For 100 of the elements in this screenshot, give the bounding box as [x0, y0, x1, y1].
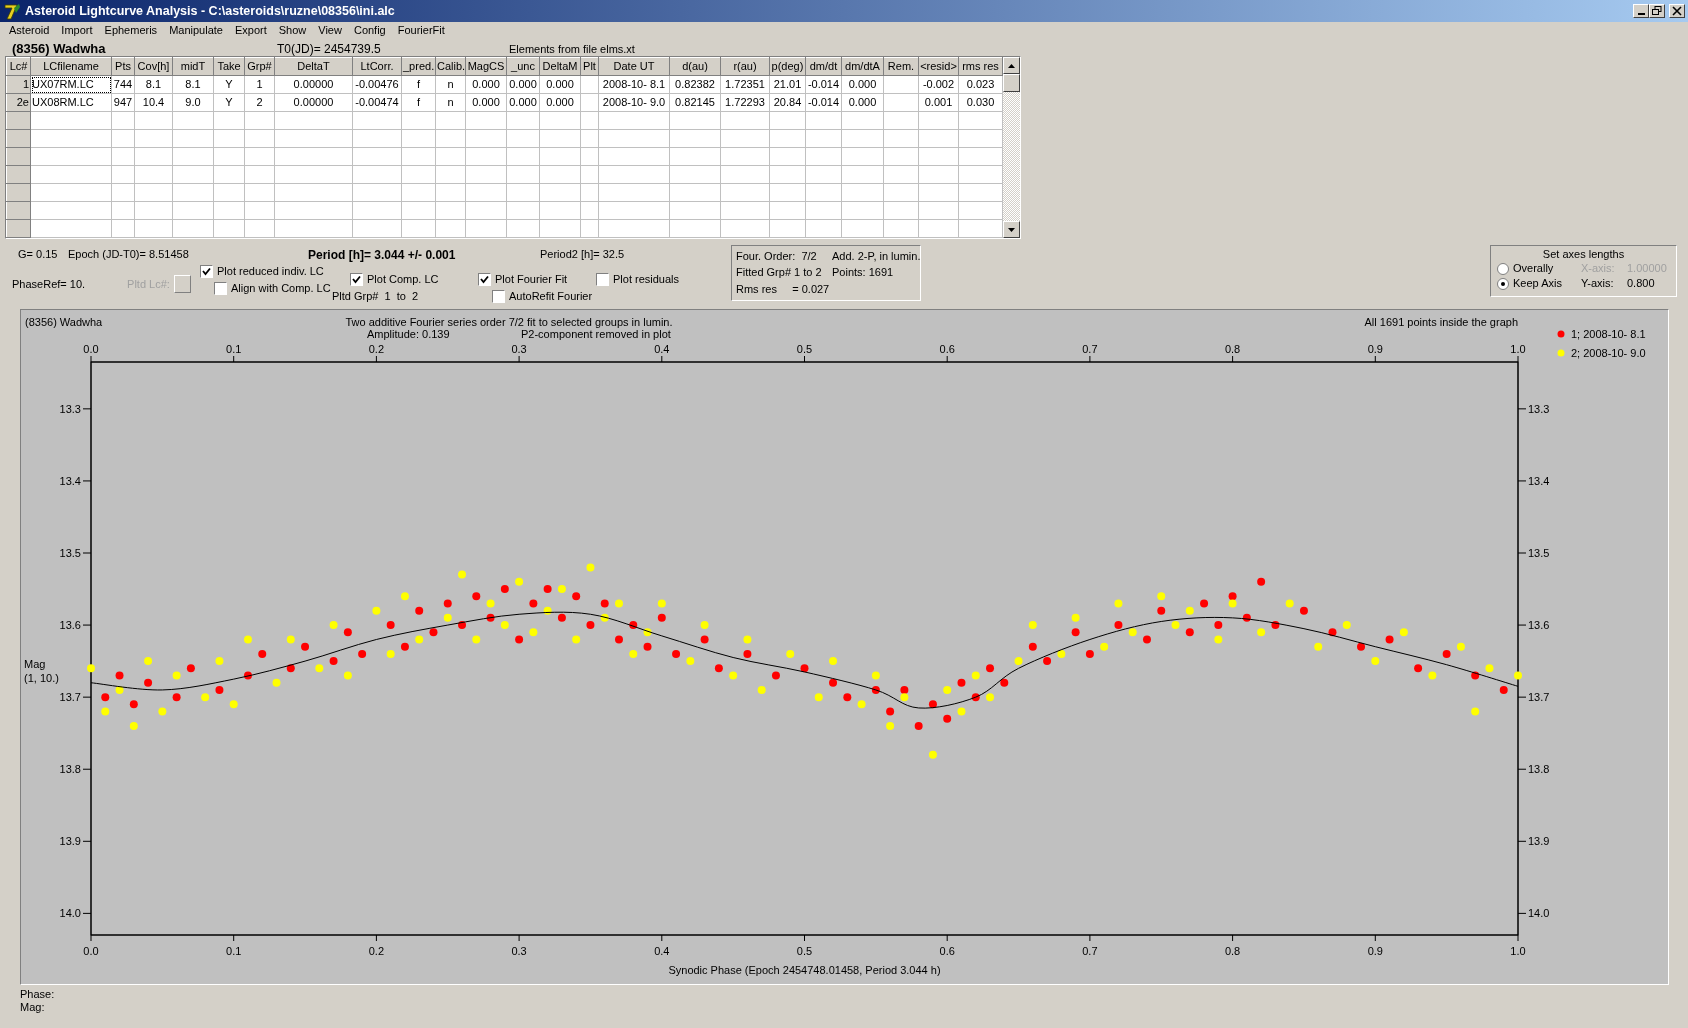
asteroid-name: (8356) Wadwha [12, 40, 107, 57]
column-header[interactable]: midT [172, 57, 214, 76]
data-point [443, 599, 452, 608]
radio-button[interactable] [1497, 277, 1509, 290]
data-point [443, 614, 452, 623]
data-point [329, 657, 338, 666]
checkbox-label[interactable]: Plot Comp. LC [367, 273, 439, 287]
table-cell: 2 [244, 93, 275, 112]
data-point [1171, 621, 1180, 630]
data-point [1185, 606, 1194, 615]
column-header[interactable]: LtCorr. [352, 57, 402, 76]
menu-item[interactable]: Show [272, 22, 313, 40]
tick-label: 13.5 [1528, 547, 1550, 560]
table-cell: 0.000 [465, 75, 507, 94]
column-header[interactable]: <resid> [918, 57, 959, 76]
column-header[interactable]: Rem. [883, 57, 919, 76]
legend-label: 1; 2008-10- 8.1 [1571, 328, 1646, 341]
data-point [458, 570, 466, 579]
table-cell: 8.1 [172, 75, 214, 94]
column-header[interactable]: dm/dt [805, 57, 842, 76]
table-cell: 0.000 [539, 75, 581, 94]
column-header[interactable]: Take [213, 57, 245, 76]
data-point [971, 693, 980, 702]
table-cell: 2008-10- 8.1 [598, 75, 670, 94]
tick-label: 0.5 [796, 343, 813, 356]
column-header[interactable]: Pts [111, 57, 135, 76]
data-point [172, 671, 181, 680]
table-cell: 1.72293 [720, 93, 770, 112]
data-point [1214, 621, 1223, 630]
elements-label: Elements from file elms.xt [509, 43, 635, 57]
column-header[interactable]: dm/dtA [841, 57, 884, 76]
checkbox-label[interactable]: Plot Fourier Fit [495, 273, 568, 287]
data-point [1271, 621, 1280, 630]
column-header[interactable]: p(deg) [769, 57, 806, 76]
restore-button[interactable] [1649, 4, 1665, 18]
menu-item[interactable]: Manipulate [163, 22, 229, 40]
data-point [1399, 628, 1408, 637]
column-header[interactable]: LCfilename [30, 57, 112, 76]
table-cell: 0.000 [506, 75, 540, 94]
tick-label: 0.6 [939, 945, 955, 958]
checkbox[interactable] [596, 273, 609, 287]
menu-item[interactable]: FourierFit [391, 22, 451, 40]
scroll-down-button[interactable] [1003, 221, 1020, 239]
column-header[interactable]: Calib. [435, 57, 466, 76]
scroll-thumb[interactable] [1003, 74, 1020, 93]
axes-title: Set axes lengths [1542, 248, 1625, 261]
data-point [1114, 621, 1123, 630]
column-header[interactable]: Cov[h] [134, 57, 173, 76]
column-header[interactable]: d(au) [669, 57, 721, 76]
t0-label: T0(JD)= 2454739.5 [277, 41, 382, 57]
data-point [1000, 678, 1009, 687]
data-point [329, 621, 338, 630]
checkbox-label[interactable]: Plot reduced indiv. LC [217, 265, 324, 279]
scroll-up-button[interactable] [1003, 57, 1020, 75]
data-point [1228, 592, 1237, 601]
data-point [615, 635, 623, 644]
menu-item[interactable]: Import [55, 22, 99, 40]
checkbox[interactable] [214, 282, 227, 296]
table-cell: 0.00000 [274, 75, 353, 94]
data-point [1043, 657, 1052, 666]
checkbox-label[interactable]: Plot residuals [613, 273, 680, 287]
checkbox[interactable] [492, 290, 505, 304]
data-point [386, 650, 395, 659]
spinner[interactable] [173, 275, 191, 294]
scrollbar[interactable] [1003, 57, 1020, 239]
column-header[interactable]: Date UT [598, 57, 670, 76]
column-header[interactable]: Lc# [6, 57, 31, 76]
checkbox-label[interactable]: AutoRefit Fourier [509, 290, 593, 304]
column-header[interactable]: DeltaM [539, 57, 581, 76]
close-button[interactable] [1669, 4, 1685, 18]
column-header[interactable]: r(au) [720, 57, 770, 76]
tick-label: 13.4 [1528, 475, 1550, 488]
column-header[interactable]: MagCS [465, 57, 507, 76]
column-header[interactable]: DeltaT [274, 57, 353, 76]
menu-item[interactable]: View [312, 22, 348, 40]
radio-dot-icon [1501, 281, 1505, 286]
checkbox[interactable] [200, 265, 213, 279]
checkbox-label[interactable]: Align with Comp. LC [231, 282, 331, 296]
data-point [144, 678, 153, 687]
column-header[interactable]: _pred. [401, 57, 436, 76]
column-header[interactable]: Grp# [244, 57, 275, 76]
minimize-button[interactable] [1633, 4, 1649, 18]
column-header[interactable]: rms res [958, 57, 1003, 76]
menu-item[interactable]: Config [347, 22, 392, 40]
menu-item[interactable]: Export [228, 22, 273, 40]
checkbox[interactable] [478, 273, 491, 287]
table-cell: n [435, 75, 466, 94]
data-point [700, 635, 709, 644]
menu-item[interactable]: Ephemeris [98, 22, 164, 40]
column-header[interactable]: _unc [506, 57, 540, 76]
g-label: G= 0.15 [18, 248, 59, 263]
tick-label: 0.7 [1082, 343, 1098, 356]
restore-icon [1651, 5, 1663, 17]
menu-item[interactable]: Asteroid [3, 22, 56, 40]
pltd-grp-label: Pltd Grp# 1 to 2 [332, 290, 420, 304]
data-point [629, 621, 638, 630]
data-point [743, 650, 752, 659]
radio-label[interactable]: Keep Axis [1513, 277, 1581, 291]
data-point [415, 606, 424, 615]
checkbox[interactable] [350, 273, 363, 287]
